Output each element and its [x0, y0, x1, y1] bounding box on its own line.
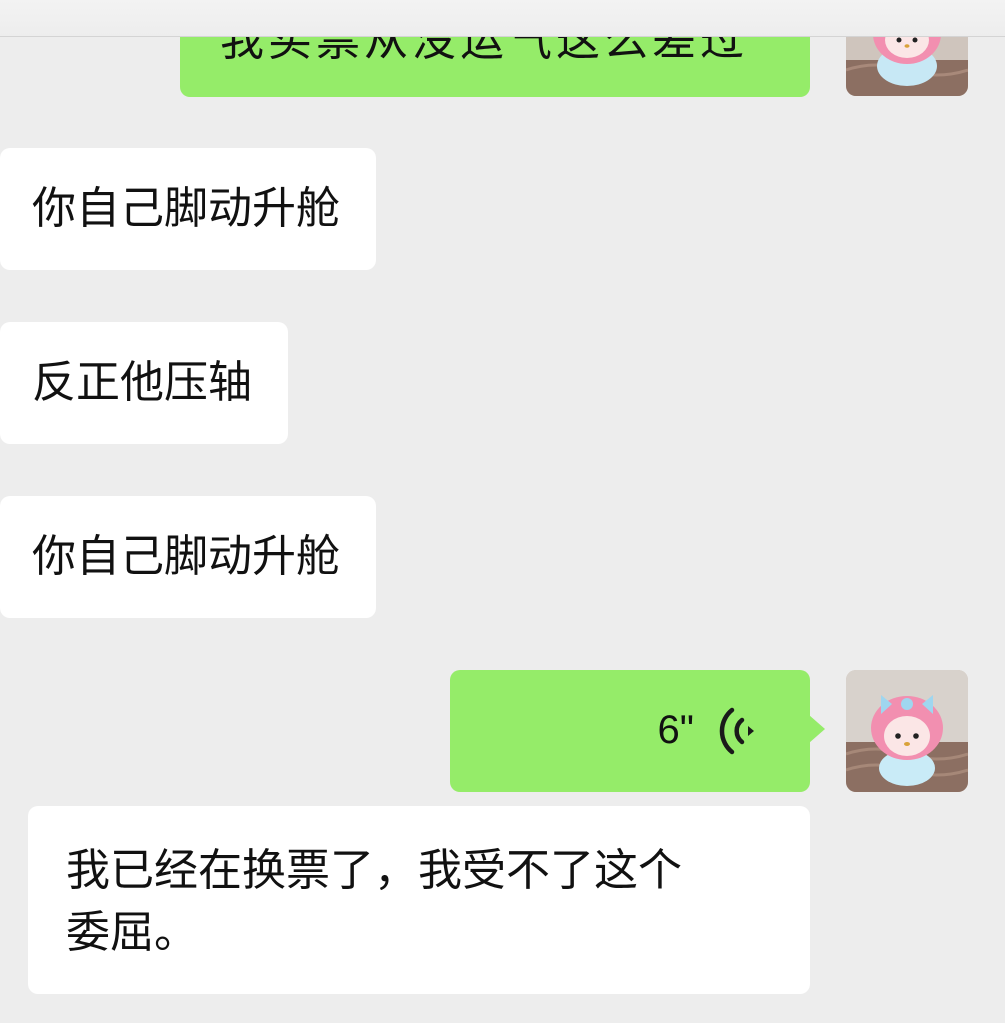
- self-avatar[interactable]: [846, 670, 968, 792]
- voice-duration: 6": [657, 708, 694, 752]
- voice-message-bubble[interactable]: 6": [450, 670, 825, 792]
- top-bar-divider: [0, 0, 1005, 37]
- message-text: 你自己脚动升舱: [32, 531, 340, 582]
- message-text: 你自己脚动升舱: [32, 183, 340, 234]
- incoming-message-bubble[interactable]: 你自己脚动升舱: [0, 496, 376, 618]
- incoming-message-bubble[interactable]: 你自己脚动升舱: [0, 148, 376, 270]
- message-line: 委屈。: [66, 907, 198, 958]
- avatar-pink-bunny-plush-icon: [846, 670, 968, 792]
- incoming-message-bubble[interactable]: 我已经在换票了，我受不了这个 委屈。: [28, 806, 810, 994]
- voice-wave-icon: [719, 707, 754, 755]
- message-line: 我已经在换票了，我受不了这个: [66, 845, 682, 896]
- incoming-message-bubble[interactable]: 反正他压轴: [0, 322, 288, 444]
- message-text: 反正他压轴: [32, 357, 252, 408]
